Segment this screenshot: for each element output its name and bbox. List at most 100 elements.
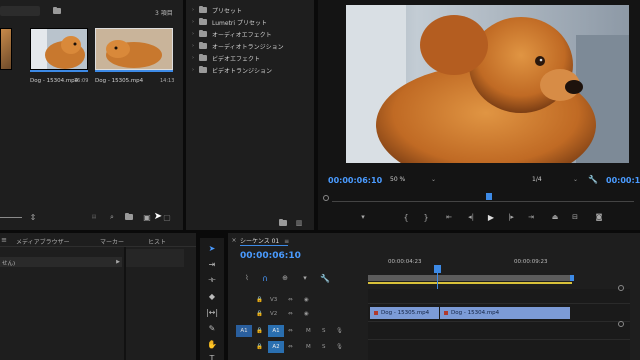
solo-button[interactable]: S: [322, 344, 326, 350]
new-item-icon[interactable]: ▣: [142, 212, 152, 222]
program-zoom-select[interactable]: 50 % ⌄: [390, 176, 438, 183]
effects-folder-item[interactable]: › Lumetri プリセット: [192, 16, 267, 28]
folder-icon: [199, 29, 207, 37]
folder-icon: [199, 65, 207, 73]
ripple-edit-tool-icon[interactable]: ⟛: [205, 274, 219, 286]
effects-folder-item[interactable]: › ビデオエフェクト: [192, 52, 260, 64]
solo-button[interactable]: S: [322, 328, 326, 334]
timeline-clip[interactable]: Dog - 15304.mp4: [440, 307, 570, 319]
thumbnail-size-slider[interactable]: [0, 217, 22, 218]
tab-markers[interactable]: マーカー: [100, 237, 124, 246]
vertical-scroll-handle[interactable]: [618, 285, 624, 291]
expand-chevron-icon[interactable]: ›: [192, 55, 194, 61]
nest-icon[interactable]: ⌇: [242, 273, 252, 283]
sort-icon[interactable]: ⇕: [28, 212, 38, 222]
extract-icon[interactable]: ⊟: [570, 212, 580, 222]
lock-icon[interactable]: 🔒: [256, 344, 263, 350]
lock-icon[interactable]: 🔒: [256, 297, 263, 303]
hand-tool-icon[interactable]: ✋: [205, 338, 219, 350]
clear-icon[interactable]: ▢: [162, 212, 172, 222]
clip-thumbnail[interactable]: [0, 28, 12, 70]
sync-lock-icon[interactable]: ⇔: [288, 297, 293, 303]
effects-folder-item[interactable]: › オーディオトランジション: [192, 40, 284, 52]
sync-lock-icon[interactable]: ⇔: [288, 328, 293, 334]
new-bin-icon[interactable]: [52, 6, 62, 16]
time-ruler[interactable]: 00:00:04:23 00:00:09:23: [368, 247, 630, 285]
program-resolution-select[interactable]: 1/4 ⌄: [532, 176, 580, 183]
panel-menu-icon[interactable]: ≡: [284, 238, 289, 245]
expand-arrow-icon[interactable]: ▶: [114, 257, 122, 267]
play-icon[interactable]: ▶: [486, 212, 496, 222]
export-frame-icon[interactable]: ◙: [594, 212, 604, 222]
lift-icon[interactable]: ⏏: [550, 212, 560, 222]
program-current-time[interactable]: 00:00:06:10: [328, 176, 382, 185]
eye-icon[interactable]: ◉: [304, 311, 309, 317]
pen-tool-icon[interactable]: ✎: [205, 322, 219, 334]
type-tool-icon[interactable]: T: [205, 352, 219, 360]
expand-chevron-icon[interactable]: ›: [192, 31, 194, 37]
effects-folder-item[interactable]: › ビデオトランジション: [192, 64, 272, 76]
add-marker-icon[interactable]: ▾: [300, 273, 310, 283]
step-back-icon[interactable]: ◂|: [466, 212, 476, 222]
track-label: V3: [270, 297, 278, 303]
folder-icon: [199, 5, 207, 13]
clip-thumbnail[interactable]: [30, 28, 88, 70]
automate-to-sequence-icon[interactable]: ▤: [89, 212, 99, 222]
lock-icon[interactable]: 🔒: [256, 328, 263, 334]
timeline-current-time[interactable]: 00:00:06:10: [240, 251, 301, 261]
delete-icon[interactable]: ▥: [294, 218, 304, 228]
selection-tool-icon[interactable]: ➤: [205, 242, 219, 254]
linked-selection-icon[interactable]: ⊕: [280, 273, 290, 283]
mic-icon[interactable]: 🎙: [336, 344, 343, 350]
timeline-settings-icon[interactable]: 🔧: [320, 273, 330, 283]
program-scrubber[interactable]: [323, 192, 634, 204]
expand-chevron-icon[interactable]: ›: [192, 7, 194, 13]
sequence-tab[interactable]: シーケンス 01 ≡: [240, 236, 289, 245]
clip-thumbnail-selected[interactable]: [95, 28, 173, 70]
expand-chevron-icon[interactable]: ›: [192, 19, 194, 25]
program-monitor: 00:00:06:10 50 % ⌄ 1/4 ⌄ 🔧 00:00:11 ▾ { …: [318, 0, 640, 230]
mark-in-icon[interactable]: {: [402, 212, 410, 222]
clip-duration: 14:13: [160, 78, 175, 84]
tab-history[interactable]: ヒスト: [148, 237, 166, 246]
expand-chevron-icon[interactable]: ›: [192, 67, 194, 73]
lock-icon[interactable]: 🔒: [256, 311, 263, 317]
snap-magnet-icon[interactable]: ∩: [260, 273, 270, 283]
sync-lock-icon[interactable]: ⇔: [288, 344, 293, 350]
scrubber-track: [332, 201, 634, 202]
ruler-time-label: 00:00:09:23: [514, 259, 548, 265]
sync-lock-icon[interactable]: ⇔: [288, 311, 293, 317]
go-to-in-icon[interactable]: ⇤: [444, 212, 454, 222]
effects-folder-item[interactable]: › プリセット: [192, 4, 242, 16]
mic-icon[interactable]: 🎙: [336, 328, 343, 334]
track-label: A2: [268, 341, 284, 353]
razor-tool-icon[interactable]: ◆: [205, 290, 219, 302]
mark-out-icon[interactable]: }: [422, 212, 430, 222]
track-header-a2: 🔒 A2 ⇔ M S 🎙: [228, 340, 368, 354]
panel-menu-icon[interactable]: ≡: [0, 235, 8, 245]
find-icon[interactable]: ⌕: [107, 212, 117, 222]
slip-tool-icon[interactable]: |↔|: [205, 306, 219, 318]
mute-button[interactable]: M: [306, 344, 311, 350]
expand-chevron-icon[interactable]: ›: [192, 43, 194, 49]
close-tab-icon[interactable]: ×: [230, 236, 238, 244]
work-area-bar[interactable]: [368, 275, 572, 281]
new-bin-icon[interactable]: [124, 212, 134, 222]
browser-location-row[interactable]: [0, 257, 122, 267]
mute-button[interactable]: M: [306, 328, 311, 334]
tab-media-browser[interactable]: メディアブラウザー: [16, 237, 70, 246]
step-forward-icon[interactable]: |▸: [506, 212, 516, 222]
eye-icon[interactable]: ◉: [304, 297, 309, 303]
vertical-scroll-handle[interactable]: [618, 321, 624, 327]
program-playhead[interactable]: [486, 193, 493, 200]
dog-thumbnail-image: [31, 29, 87, 69]
go-to-out-icon[interactable]: ⇥: [526, 212, 536, 222]
timeline-clip[interactable]: Dog - 15305.mp4: [370, 307, 439, 319]
work-area-end-marker[interactable]: [570, 275, 574, 281]
settings-wrench-icon[interactable]: 🔧: [588, 174, 598, 184]
marker-icon[interactable]: ▾: [358, 212, 368, 222]
track-select-tool-icon[interactable]: ⇥: [205, 258, 219, 270]
effects-folder-item[interactable]: › オーディオエフェクト: [192, 28, 272, 40]
project-search-input[interactable]: [0, 6, 40, 16]
new-custom-bin-icon[interactable]: [278, 218, 288, 228]
